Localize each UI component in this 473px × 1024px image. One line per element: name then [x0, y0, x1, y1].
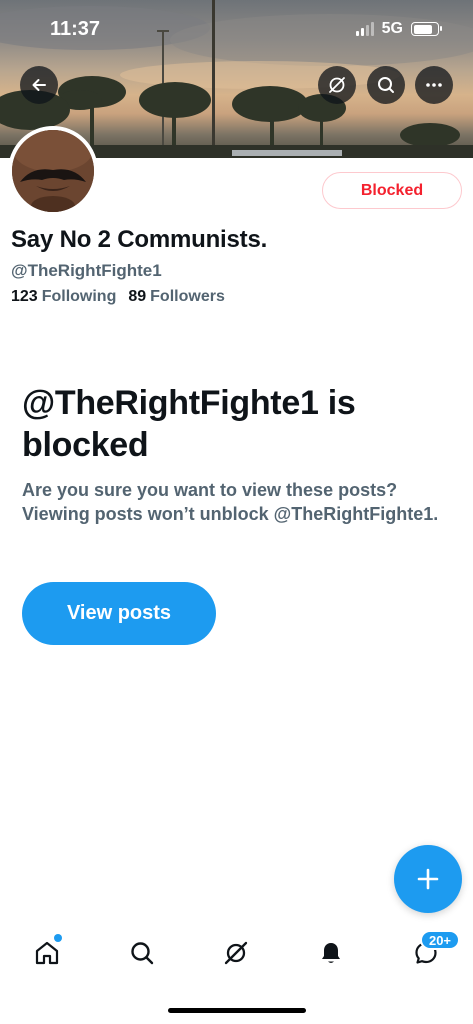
grok-icon: [329, 77, 345, 93]
following-count: 123: [11, 288, 38, 305]
back-button[interactable]: [20, 66, 58, 104]
display-name: Say No 2 Communists.: [11, 226, 268, 253]
follow-stats: 123 Following 89 Followers: [11, 288, 225, 306]
search-icon: [378, 77, 394, 93]
tab-notifications[interactable]: [311, 933, 351, 973]
tab-search[interactable]: [122, 933, 162, 973]
search-button[interactable]: [367, 66, 405, 104]
grok-icon: [224, 941, 248, 965]
blocked-button[interactable]: Blocked: [322, 172, 462, 209]
following-label: Following: [41, 288, 117, 305]
avatar-image: [12, 130, 94, 212]
notifications-bell-icon: [322, 943, 340, 963]
avatar[interactable]: [8, 126, 98, 216]
tab-grok[interactable]: [216, 933, 256, 973]
more-options-button[interactable]: [415, 66, 453, 104]
home-unread-dot: [54, 934, 62, 942]
status-time: 11:37: [50, 18, 101, 40]
view-posts-button[interactable]: View posts: [22, 582, 216, 645]
search-icon: [131, 942, 154, 965]
status-indicators: 5G: [355, 20, 442, 38]
network-label: 5G: [381, 20, 403, 37]
signal-icon: [355, 22, 374, 36]
followers-link[interactable]: 89 Followers: [128, 288, 224, 306]
battery-icon: [411, 22, 442, 36]
followers-count: 89: [128, 288, 147, 305]
home-icon: [35, 941, 59, 965]
profile-handle: @TheRightFighte1: [11, 261, 162, 280]
blocked-title: @TheRightFighte1 is blocked: [22, 384, 356, 464]
followers-label: Followers: [150, 288, 225, 305]
bottom-tab-bar: 20+: [0, 925, 473, 985]
messages-badge: 20+: [420, 930, 460, 950]
blocked-description: Are you sure you want to view these post…: [22, 480, 439, 524]
compose-button[interactable]: [394, 845, 462, 913]
compose-plus-icon: [417, 868, 439, 890]
home-indicator[interactable]: [168, 1008, 306, 1013]
following-link[interactable]: 123 Following: [11, 288, 116, 306]
back-arrow-icon: [32, 79, 46, 91]
more-icon: [426, 83, 442, 87]
grok-button[interactable]: [318, 66, 356, 104]
